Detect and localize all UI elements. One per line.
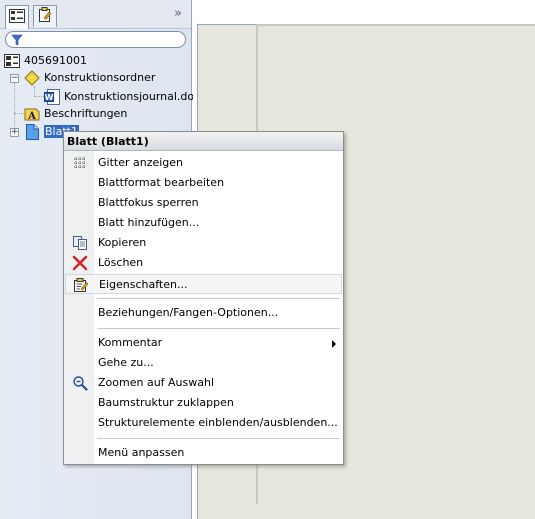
menu-item-label: Baumstruktur zuklappen xyxy=(98,396,234,409)
filter-icon xyxy=(11,34,23,49)
menu-item-add-sheet[interactable]: Blatt hinzufügen... xyxy=(65,213,342,233)
menu-item-label: Menü anpassen xyxy=(98,446,185,459)
menu-item-relations-snap-options[interactable]: Beziehungen/Fangen-Optionen... xyxy=(65,303,342,323)
menu-item-label: Löschen xyxy=(98,256,144,269)
menu-item-customize-menu[interactable]: Menü anpassen xyxy=(65,443,342,463)
tree-connector xyxy=(14,113,24,114)
tree-item-label: Beschriftungen xyxy=(44,107,128,120)
menu-item-label: Blattformat bearbeiten xyxy=(98,176,225,189)
menu-item-show-grid[interactable]: Gitter anzeigen xyxy=(65,153,342,173)
tree-item-root[interactable]: 405691001 xyxy=(4,52,87,69)
tree-connector xyxy=(14,83,15,133)
menu-item-properties[interactable]: Eigenschaften... xyxy=(65,274,342,294)
menu-item-label: Kommentar xyxy=(98,336,163,349)
menu-item-go-to[interactable]: Gehe zu... xyxy=(65,353,342,373)
menu-item-lock-sheet-focus[interactable]: Blattfokus sperren xyxy=(65,193,342,213)
grid-icon xyxy=(71,155,89,171)
annotations-icon: A xyxy=(24,106,40,122)
filter-input[interactable] xyxy=(5,31,186,48)
menu-item-show-hide-tree-items[interactable]: Strukturelemente einblenden/ausblenden..… xyxy=(65,413,342,433)
menu-separator xyxy=(97,328,340,329)
menu-item-delete[interactable]: Löschen xyxy=(65,253,342,273)
menu-item-copy[interactable]: Kopieren xyxy=(65,233,342,253)
menu-item-collapse-tree[interactable]: Baumstruktur zuklappen xyxy=(65,393,342,413)
menu-item-label: Strukturelemente einblenden/ausblenden..… xyxy=(98,416,338,429)
tree-connector xyxy=(34,96,44,97)
tree-item-design-folder[interactable]: Konstruktionsordner xyxy=(24,69,155,86)
submenu-arrow-icon xyxy=(332,340,336,348)
menu-item-label: Gitter anzeigen xyxy=(98,156,184,169)
drawing-icon xyxy=(4,53,20,69)
tree-item-annotations[interactable]: A Beschriftungen xyxy=(24,105,127,122)
zoom-icon xyxy=(71,375,89,391)
menu-item-label: Kopieren xyxy=(98,236,147,249)
properties-icon xyxy=(72,277,90,293)
tree-item-label: Konstruktionsjournal.doc ( xyxy=(64,90,208,103)
menu-item-label: Blattfokus sperren xyxy=(98,196,199,209)
menu-separator xyxy=(97,438,340,439)
expand-panel-button[interactable]: » xyxy=(171,7,185,21)
tree-item-design-journal[interactable]: W Konstruktionsjournal.doc ( xyxy=(44,88,208,105)
copy-icon xyxy=(71,235,89,251)
menu-item-zoom-to-selection[interactable]: Zoomen auf Auswahl xyxy=(65,373,342,393)
menu-item-label: Eigenschaften... xyxy=(99,278,188,291)
menu-item-comment[interactable]: Kommentar xyxy=(65,333,342,353)
menu-item-label: Blatt hinzufügen... xyxy=(98,216,200,229)
design-folder-icon xyxy=(24,69,40,86)
menu-item-label: Zoomen auf Auswahl xyxy=(98,376,215,389)
panel-tabbar: » xyxy=(0,0,191,29)
delete-icon xyxy=(71,255,89,271)
sheet-icon xyxy=(24,123,40,140)
svg-text:W: W xyxy=(45,93,54,102)
tree-item-label: 405691001 xyxy=(24,54,87,67)
menu-separator xyxy=(97,298,340,299)
word-doc-icon: W xyxy=(44,88,60,105)
menu-item-edit-sheet-format[interactable]: Blattformat bearbeiten xyxy=(65,173,342,193)
propertymanager-tab[interactable] xyxy=(33,5,57,27)
collapse-toggle[interactable]: − xyxy=(10,74,19,83)
tree-item-label: Konstruktionsordner xyxy=(44,71,156,84)
menu-item-label: Gehe zu... xyxy=(98,356,154,369)
featuremanager-tab[interactable] xyxy=(5,5,29,29)
expand-toggle[interactable]: + xyxy=(10,128,19,137)
menu-item-label: Beziehungen/Fangen-Optionen... xyxy=(98,306,279,319)
context-menu-title: Blatt (Blatt1) xyxy=(64,132,343,151)
tree-connector xyxy=(34,86,35,96)
properties-icon xyxy=(38,7,52,26)
tree-icon xyxy=(9,9,25,26)
context-menu: Blatt (Blatt1) Gitter anzeigen Blattform… xyxy=(63,131,344,465)
svg-text:A: A xyxy=(27,111,36,122)
